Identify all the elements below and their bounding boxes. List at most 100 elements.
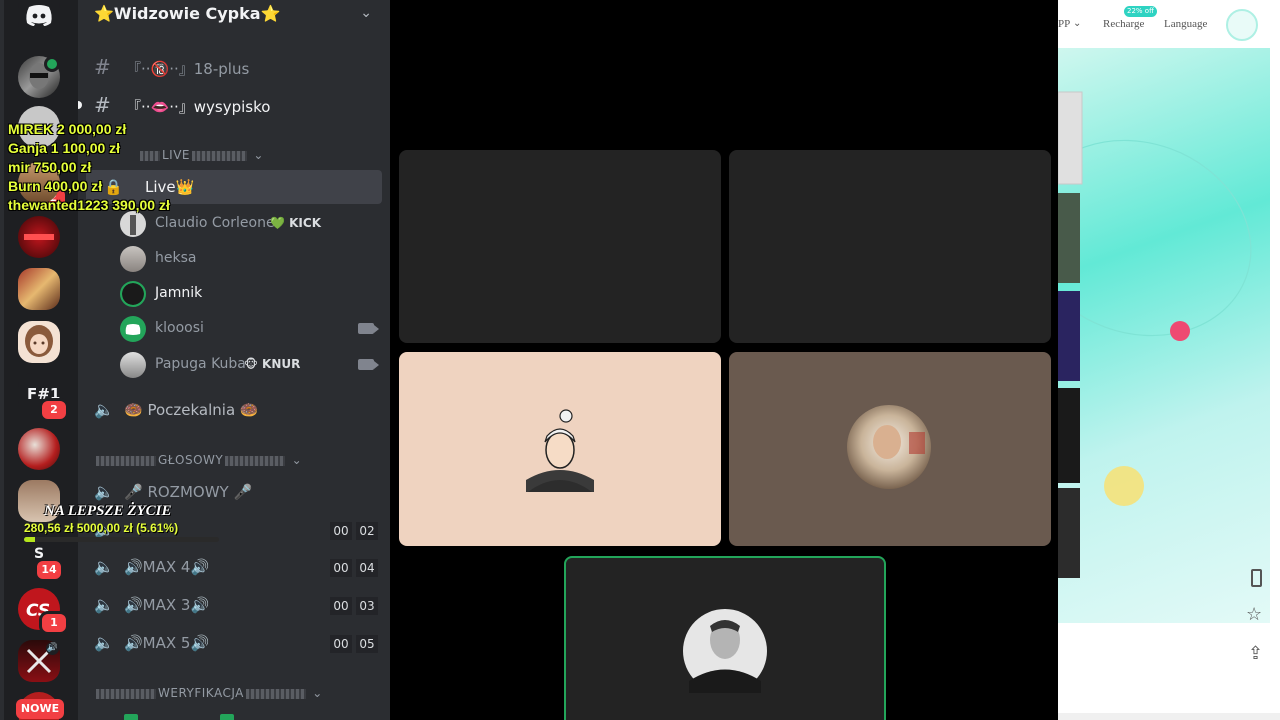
- goal-progress-fill: [24, 537, 35, 542]
- user-limit: 04: [356, 559, 378, 577]
- voice-video-stage: [390, 0, 1058, 720]
- back-to-top-icon[interactable]: ⇪: [1248, 643, 1263, 664]
- server-icon-red-photo[interactable]: [18, 428, 60, 470]
- chevron-down-icon: ⌄: [1073, 18, 1082, 29]
- cartoon-avatar-icon: [526, 409, 594, 492]
- chevron-down-icon[interactable]: ⌄: [360, 5, 372, 21]
- server-icon-anime-girl[interactable]: [18, 321, 60, 363]
- anime-girl-icon: [25, 325, 53, 357]
- donation-entry: mir 750,00 zł: [8, 159, 92, 175]
- voice-active-dot: [44, 56, 60, 72]
- server-badge-fsharp: 2: [39, 398, 69, 422]
- discord-logo-icon: [26, 5, 52, 26]
- video-tile-4[interactable]: [729, 352, 1051, 546]
- voice-user[interactable]: Papuga Kuba 🐵 KNUR: [120, 350, 382, 380]
- server-icon-collage[interactable]: [18, 268, 60, 310]
- channel-name: 『··👄··』wysypisko: [126, 98, 271, 116]
- speaker-icon: 🔈: [94, 633, 114, 652]
- horizontal-scrollbar[interactable]: [1058, 713, 1280, 720]
- goal-progress-bar: [24, 537, 219, 542]
- category-verify[interactable]: WERYFIKACJA ⌄: [94, 686, 323, 700]
- voice-user[interactable]: klooosi: [120, 314, 382, 344]
- user-tag: 🐵 KNUR: [244, 357, 301, 371]
- voice-channel-waiting[interactable]: 🔈 🍩 Poczekalnia 🍩: [86, 393, 382, 427]
- user-name: heksa: [155, 250, 197, 266]
- server-badge-14: 14: [34, 558, 64, 582]
- user-count: 00: [330, 635, 352, 653]
- user-tag: 💚 KICK: [270, 216, 321, 230]
- voice-channel-max3[interactable]: 🔈 🔊MAX 3🔊 00 03: [86, 588, 382, 622]
- donation-entry: Burn 400,00 zł: [8, 178, 103, 194]
- channel-name: 🔊MAX 5🔊: [124, 634, 210, 652]
- user-name: Claudio Corleone: [155, 215, 275, 231]
- donation-entry: thewanted1223 390,00 zł: [8, 197, 170, 213]
- recharge-link[interactable]: Recharge: [1103, 18, 1144, 30]
- video-tile-2[interactable]: [729, 150, 1051, 343]
- hash-icon: #: [94, 55, 111, 79]
- goal-amount: 280,56 zł 5000,00 zł (5.61%): [24, 521, 179, 535]
- donation-entry: MIREK 2 000,00 zł: [8, 121, 127, 137]
- partial-channel: [124, 714, 138, 720]
- star-icon[interactable]: ☆: [1246, 604, 1262, 625]
- channel-name: 🔊MAX 4🔊: [124, 558, 210, 576]
- unread-pill: [78, 101, 82, 109]
- avatar: [120, 281, 146, 307]
- goal-title: NA LEPSZE ŻYCIE: [44, 503, 172, 519]
- channel-18-plus[interactable]: # 『··🔞··』18-plus: [86, 50, 382, 84]
- voice-channel-max4[interactable]: 🔈 🔊MAX 4🔊 00 04: [86, 550, 382, 584]
- camera-icon: [358, 323, 379, 334]
- category-label: GŁOSOWY: [158, 453, 224, 467]
- language-link[interactable]: Language: [1164, 18, 1207, 30]
- speaker-icon: 🔈: [94, 400, 114, 419]
- bw-portrait-avatar-icon: [683, 609, 767, 693]
- app-menu[interactable]: PP: [1058, 18, 1070, 30]
- voice-user[interactable]: heksa: [120, 244, 382, 274]
- site-header: PP ⌄ Recharge 22% off Language: [1058, 0, 1280, 48]
- voice-user[interactable]: Jamnik: [120, 279, 382, 309]
- avatar: [120, 246, 146, 272]
- voice-channel-max5[interactable]: 🔈 🔊MAX 5🔊 00 05: [86, 626, 382, 660]
- channel-name: 『··🔞··』18-plus: [126, 60, 250, 78]
- category-label: WERYFIKACJA: [158, 686, 244, 700]
- avatar: [120, 316, 146, 342]
- video-tile-1[interactable]: [399, 150, 721, 343]
- donation-goal: NA LEPSZE ŻYCIE 280,56 zł 5000,00 zł (5.…: [24, 503, 234, 542]
- server-header[interactable]: ⭐Widzowie Cypka⭐ ⌄: [78, 0, 390, 32]
- user-name: klooosi: [155, 320, 204, 336]
- user-count: 00: [330, 559, 352, 577]
- hash-icon: #: [94, 93, 111, 117]
- speaker-icon: 🔈: [94, 557, 114, 576]
- avatar: [120, 352, 146, 378]
- rail-edge: [0, 0, 4, 720]
- speaker-icon: 🔊: [46, 642, 59, 655]
- site-hero: [1058, 48, 1270, 623]
- server-rail: 2 F#1 2 S 14 CS 1 🔊 NOWE: [0, 0, 78, 720]
- video-tile-3[interactable]: [399, 352, 721, 546]
- camera-icon: [358, 359, 379, 370]
- discord-default-avatar-icon: [125, 324, 141, 335]
- channel-name: 🍩 Poczekalnia 🍩: [124, 401, 259, 419]
- hero-decoration: [1058, 91, 1252, 578]
- server-icon-zagrywka[interactable]: [18, 216, 60, 258]
- server-badge-cs: 1: [39, 611, 69, 635]
- channel-sidebar: ⭐Widzowie Cypka⭐ ⌄ # 『··🔞··』18-plus # 『·…: [78, 0, 390, 720]
- partial-channel: [220, 714, 234, 720]
- screen: 2 F#1 2 S 14 CS 1 🔊 NOWE ⭐Widzowie Cypk: [0, 0, 1280, 720]
- user-count: 00: [330, 522, 352, 540]
- discord-home-button[interactable]: [18, 0, 60, 36]
- video-tile-speaking[interactable]: [564, 556, 886, 720]
- promo-badge: 22% off: [1124, 6, 1157, 17]
- channel-name: 🔊MAX 3🔊: [124, 596, 210, 614]
- channel-wysypisko[interactable]: # 『··👄··』wysypisko: [86, 88, 382, 122]
- new-unreads-button[interactable]: NOWE: [16, 699, 64, 719]
- server-name: ⭐Widzowie Cypka⭐: [94, 4, 281, 23]
- red-emblem-icon: [24, 234, 54, 240]
- user-name: Papuga Kuba: [155, 356, 246, 372]
- browser-window: PP ⌄ Recharge 22% off Language ☆ ⇪: [1058, 0, 1280, 720]
- user-limit: 02: [356, 522, 378, 540]
- category-voice[interactable]: GŁOSOWY ⌄: [94, 453, 302, 467]
- user-avatar[interactable]: [1226, 9, 1258, 41]
- speaker-icon: 🔈: [94, 482, 114, 501]
- user-limit: 05: [356, 635, 378, 653]
- phone-icon[interactable]: [1251, 569, 1262, 587]
